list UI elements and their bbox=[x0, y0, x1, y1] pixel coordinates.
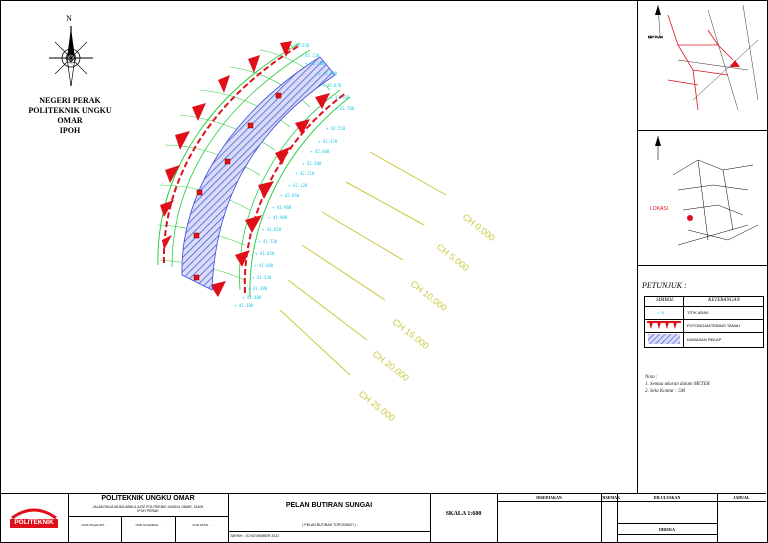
location-label: LOKASI bbox=[650, 206, 669, 212]
signoff-cell: JADUAL bbox=[717, 494, 766, 542]
col-header: JADUAL bbox=[733, 495, 750, 500]
org-line-1: NEGERI PERAK bbox=[39, 96, 101, 105]
team-member: NUR SYAHIRAH ... bbox=[135, 523, 162, 527]
drawing-title: PELAN BUTIRAN SUNGAI bbox=[285, 502, 373, 509]
bank-symbol-icon bbox=[647, 321, 681, 329]
legend-header-symbol: SIMBOL bbox=[656, 298, 674, 303]
svg-text:+ 42.550: + 42.550 bbox=[326, 126, 346, 131]
drawing-subtitle: ( PELAN BUTIRAN TOPOGRAFI ) bbox=[302, 523, 356, 527]
legend-desc: KAWASAN REKAP bbox=[687, 337, 722, 342]
title-block: POLITEKNIK POLITEKNIK UNGKU OMAR JALAN R… bbox=[0, 493, 766, 542]
spot-level-icon: + 41 bbox=[657, 310, 665, 315]
svg-text:+ 42.700: + 42.700 bbox=[335, 106, 355, 111]
svg-text:+ 41.520: + 41.520 bbox=[252, 275, 272, 280]
location-plan: LOKASI bbox=[638, 130, 767, 266]
chainage-line bbox=[345, 181, 425, 226]
org-line-3: OMAR bbox=[57, 116, 83, 125]
signoff-cell: DISEDIAKAN bbox=[497, 494, 602, 542]
scale-cell: SKALA 1:600 bbox=[430, 494, 498, 542]
svg-text:+ 42.760: + 42.760 bbox=[330, 95, 350, 100]
notes-heading: Nota : bbox=[645, 375, 658, 380]
chainage-line bbox=[287, 279, 368, 341]
key-plan-map: KEY PLAN bbox=[648, 4, 759, 111]
logo-text: POLITEKNIK bbox=[14, 519, 54, 526]
scale-text: SKALA 1:600 bbox=[445, 511, 482, 517]
legend-row: KAWASAN REKAP bbox=[645, 332, 763, 347]
chainage-label: CH 20.000 bbox=[371, 349, 411, 383]
chainage-line bbox=[321, 211, 404, 261]
notes-line-1: 1. Semua ukuran dalam METER bbox=[645, 382, 710, 387]
chainage-label: CH 0.000 bbox=[461, 212, 497, 243]
col-sub: DIREKA bbox=[658, 527, 675, 532]
org-name: POLITEKNIK UNGKU OMAR bbox=[101, 495, 195, 502]
date-label: TARIKH : 20 NOVEMBER 2022 bbox=[230, 534, 280, 538]
org-line-2: POLITEKNIK UNGKU bbox=[28, 106, 112, 115]
sidebar: KEY PLAN LOKASI bbox=[637, 0, 767, 493]
legend-table: SIMBOL KETERANGAN + 41 TITIK ARAS POTONG… bbox=[644, 296, 764, 348]
notes: Nota : 1. Semua ukuran dalam METER 2. Se… bbox=[645, 374, 710, 395]
signoff-cell: DISEMAK bbox=[601, 494, 621, 542]
chainage-label: CH 25.000 bbox=[357, 389, 397, 423]
org-line-4: IPOH bbox=[59, 126, 81, 135]
svg-text:N: N bbox=[66, 14, 72, 23]
svg-text:+ 43.250: + 43.250 bbox=[290, 43, 310, 48]
legend-title: PETUNJUK : bbox=[642, 281, 687, 290]
legend-desc: TITIK ARAS bbox=[687, 310, 709, 315]
svg-text:+ 43.100: + 43.100 bbox=[305, 61, 325, 66]
legend-desc: POTONGAN/TEBING TANAH bbox=[687, 323, 741, 328]
svg-text:+ 41.480: + 41.480 bbox=[248, 286, 268, 291]
chainage-line bbox=[301, 244, 386, 301]
col-header: DILULUSKAN bbox=[653, 495, 681, 500]
notes-line-2: 2. Sela Kontur : 5M bbox=[645, 389, 685, 394]
drawing-title-cell: PELAN BUTIRAN SUNGAI ( PELAN BUTIRAN TOP… bbox=[228, 494, 431, 542]
col-header: DISEMAK bbox=[601, 495, 621, 500]
team-member: NUR ATIQAH BT ... bbox=[81, 523, 108, 527]
chainage-label: CH 10.000 bbox=[409, 279, 449, 313]
legend-row: + 41 TITIK ARAS bbox=[645, 306, 763, 320]
logo-icon bbox=[10, 508, 58, 528]
hatch-symbol-icon bbox=[648, 334, 680, 344]
col-header: DISEDIAKAN bbox=[536, 495, 562, 500]
team-member: NUR FATIN ... bbox=[192, 523, 212, 527]
chainage-line bbox=[369, 151, 447, 196]
svg-text:+ 42.980: + 42.980 bbox=[318, 71, 338, 76]
chainage-label: CH 5.000 bbox=[435, 242, 471, 273]
chainage-markers: CH 0.000 CH 5.000 CH 10.000 CH 15.000 CH… bbox=[279, 151, 497, 423]
chainage-line bbox=[279, 309, 351, 376]
legend-header-desc: KETERANGAN bbox=[708, 298, 740, 303]
chainage-label: CH 15.000 bbox=[391, 317, 431, 351]
svg-text:+ 43.120: + 43.120 bbox=[300, 53, 320, 58]
location-plan-map bbox=[655, 136, 759, 246]
org-cell: POLITEKNIK UNGKU OMAR JALAN RAJA MUDA AB… bbox=[68, 494, 229, 542]
logo-cell: POLITEKNIK bbox=[0, 494, 69, 542]
north-arrow-icon: N bbox=[49, 14, 93, 87]
legend-row: POTONGAN/TEBING TANAH bbox=[645, 319, 763, 333]
signoff-cell: DILULUSKAN DIREKA bbox=[617, 494, 718, 542]
org-block: NEGERI PERAK POLITEKNIK UNGKU OMAR IPOH bbox=[0, 96, 140, 136]
svg-text:+ 41.300: + 41.300 bbox=[234, 303, 254, 308]
svg-text:+ 42.870: + 42.870 bbox=[322, 83, 342, 88]
org-address: JALAN RAJA MUDA ABDUL AZIZ POLITEKNIK UN… bbox=[92, 505, 204, 513]
svg-text:+ 41.400: + 41.400 bbox=[242, 295, 262, 300]
key-plan: KEY PLAN bbox=[638, 0, 767, 131]
svg-text:KEY PLAN: KEY PLAN bbox=[648, 35, 663, 39]
